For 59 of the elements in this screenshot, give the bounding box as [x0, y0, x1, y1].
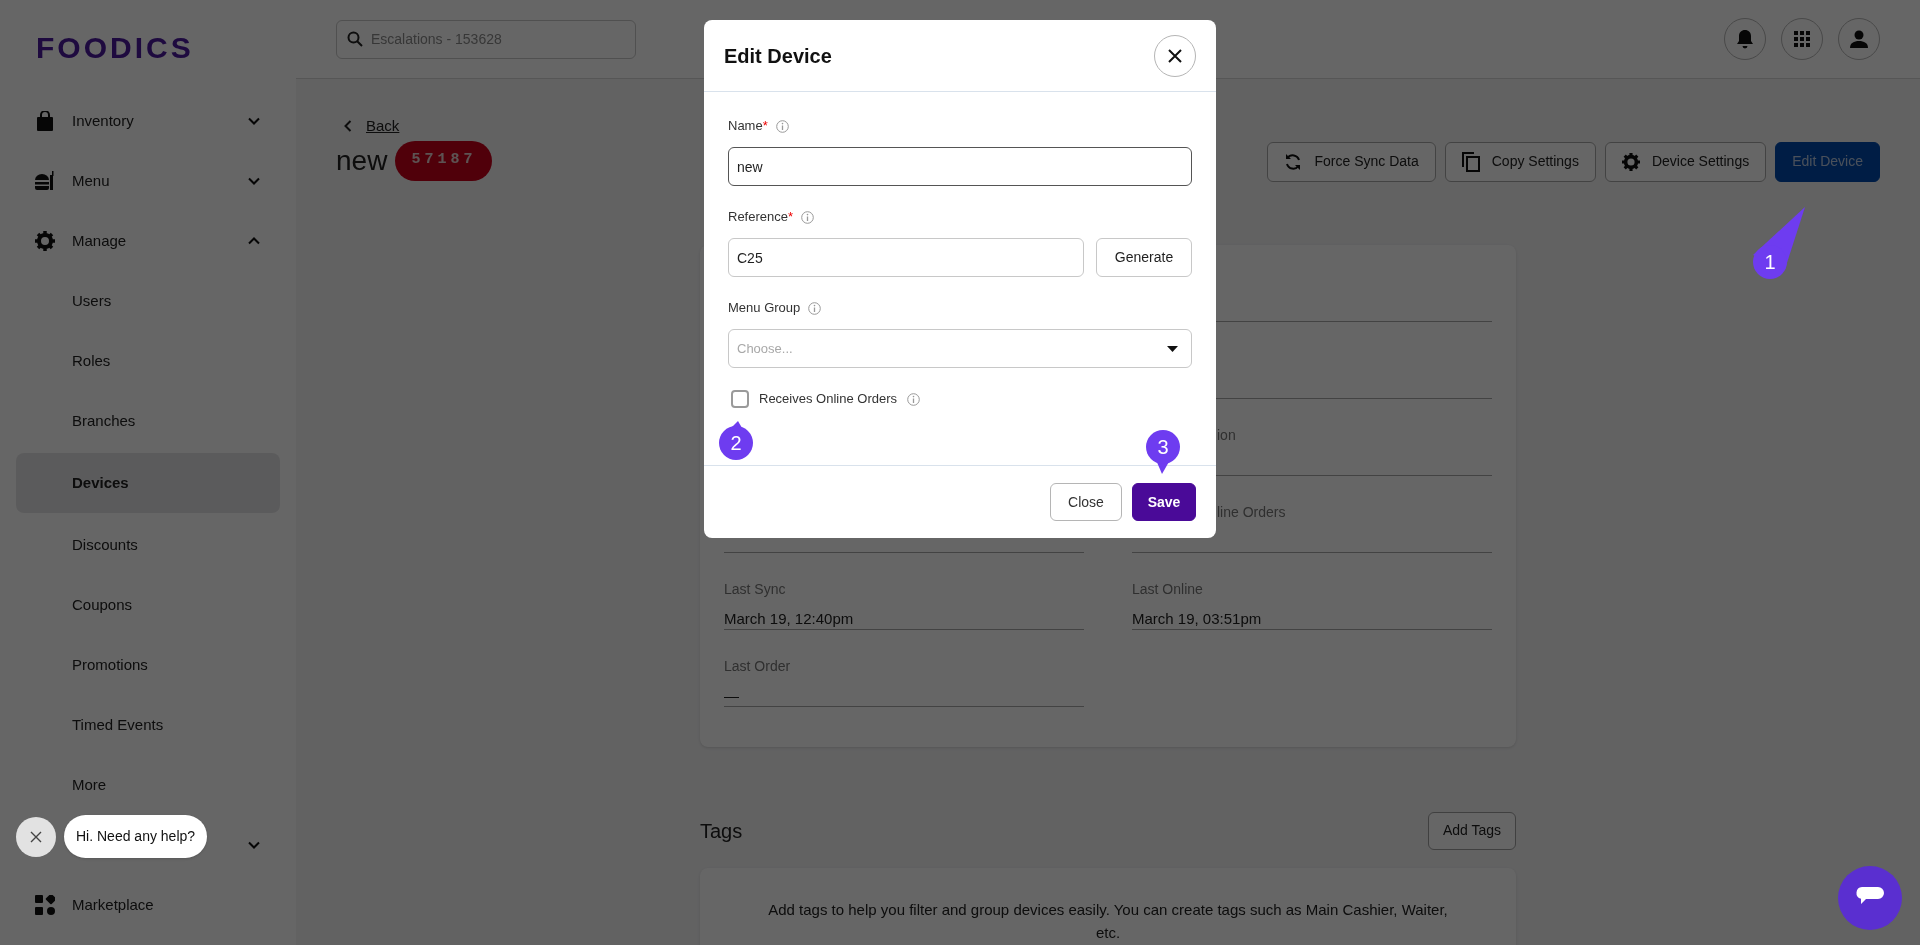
sidebar-item[interactable]: Branches: [16, 391, 280, 451]
logo: FOODICS: [36, 33, 194, 63]
close-icon: [1168, 48, 1182, 63]
action-button[interactable]: Edit Device: [1775, 141, 1880, 182]
sidebar-item[interactable]: Roles: [16, 331, 280, 391]
action-button[interactable]: Force Sync Data: [1267, 141, 1436, 182]
sidebar-item[interactable]: Menu: [16, 151, 280, 211]
info-icon: [808, 301, 822, 315]
sidebar-item[interactable]: Discounts: [16, 515, 280, 575]
search-icon: [347, 31, 363, 47]
device-title: new: [336, 143, 388, 178]
sidebar-item[interactable]: Marketplace: [16, 875, 280, 935]
generate-button[interactable]: Generate: [1096, 238, 1192, 277]
checkbox-label: Receives Online Orders: [759, 390, 897, 409]
empty-message: Add tags to help you filter and group devices easily. You can create tags such as Main Cashier, Waiter, etc.: [767, 899, 1449, 943]
name-field[interactable]: new: [728, 147, 1192, 186]
copy-icon: [1461, 151, 1480, 172]
caret-icon: [1167, 346, 1178, 352]
close-icon: [30, 831, 42, 843]
sidebar-item[interactable]: Manage: [16, 211, 280, 271]
sidebar-item[interactable]: Users: [16, 271, 280, 331]
save-button[interactable]: Save: [1132, 483, 1196, 521]
apps-icon: [35, 895, 55, 915]
reference-badge: 57187: [395, 140, 493, 181]
field-label: Menu Group: [728, 299, 801, 318]
reference-field[interactable]: C25: [728, 238, 1084, 277]
field-label: Reference*: [728, 208, 794, 227]
menu-group-select[interactable]: Choose...: [728, 329, 1192, 368]
back-link[interactable]: Back: [336, 115, 493, 138]
info-icon: [775, 119, 789, 133]
checkbox[interactable]: [731, 390, 749, 408]
dialog-title: Edit Device: [724, 43, 832, 69]
grid-icon: [1794, 31, 1810, 47]
bell-icon: [1736, 29, 1754, 49]
field-value: —: [724, 685, 740, 706]
add-tags-button[interactable]: Add Tags: [1427, 811, 1516, 850]
sidebar-item[interactable]: Devices: [16, 453, 280, 513]
chevron-left-icon: [344, 120, 352, 133]
burger-icon: [34, 171, 56, 191]
action-button[interactable]: Device Settings: [1604, 141, 1767, 182]
field-value: March 19, 12:40pm: [724, 608, 855, 629]
bag-icon: [36, 111, 54, 131]
field-label: Name*: [728, 117, 768, 136]
sidebar-item[interactable]: More: [16, 755, 280, 815]
gear-icon: [35, 231, 55, 251]
sync-icon: [1284, 152, 1303, 171]
user-icon: [1850, 30, 1868, 48]
info-icon: [907, 392, 920, 406]
help-bubble[interactable]: Hi. Need any help?: [64, 815, 208, 858]
sidebar-item[interactable]: Coupons: [16, 575, 280, 635]
gear-icon: [1621, 152, 1640, 171]
field-value: March 19, 03:51pm: [1132, 608, 1263, 629]
sidebar-item[interactable]: Inventory: [16, 91, 280, 151]
sidebar-item[interactable]: Promotions: [16, 635, 280, 695]
action-button[interactable]: Copy Settings: [1444, 141, 1596, 182]
sidebar-item[interactable]: Timed Events: [16, 695, 280, 755]
close-button[interactable]: Close: [1050, 483, 1122, 521]
section-title: Tags: [700, 818, 743, 844]
info-icon: [801, 210, 815, 224]
